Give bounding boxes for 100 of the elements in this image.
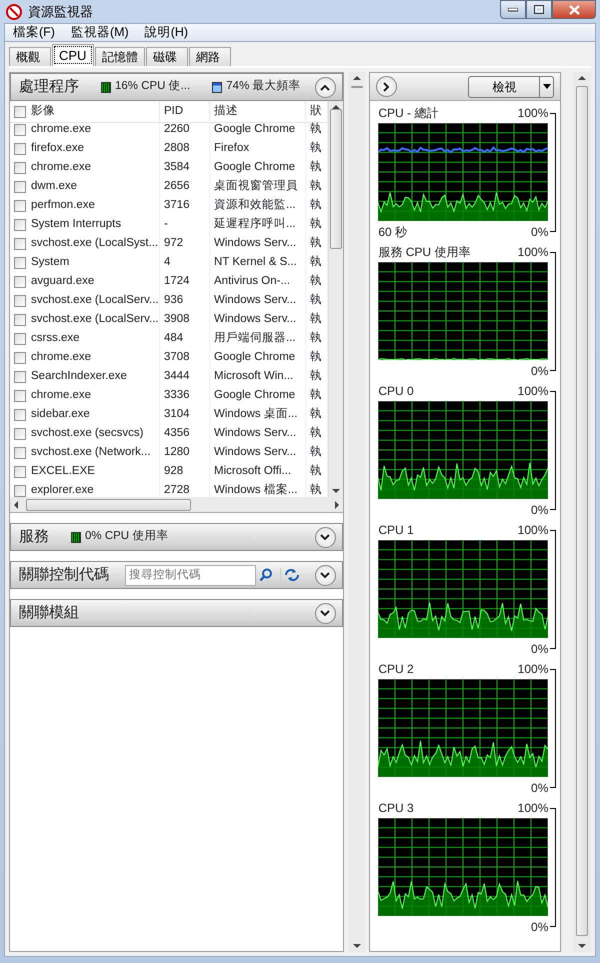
checkbox[interactable] — [14, 390, 26, 402]
chevron-down-icon — [320, 610, 330, 616]
checkbox[interactable] — [14, 238, 26, 250]
indicator-text: 16% CPU 使... — [115, 78, 190, 94]
checkbox[interactable] — [14, 276, 26, 288]
checkbox[interactable] — [14, 466, 26, 478]
column-header[interactable]: 描述 — [210, 101, 306, 123]
scale-min: 0% — [531, 781, 548, 795]
tab[interactable]: CPU — [52, 44, 94, 66]
table-cell-text: Firefox — [214, 140, 250, 156]
graph-title: CPU - 總計 — [378, 106, 438, 120]
table-cell-text: NT Kernel & S... — [214, 254, 297, 270]
tab[interactable]: 概觀 — [9, 47, 51, 66]
checkbox[interactable] — [14, 218, 26, 230]
chevron-right-icon — [383, 82, 390, 92]
close-button[interactable] — [552, 0, 596, 19]
checkbox[interactable] — [14, 370, 26, 382]
table-cell-text: 4 — [164, 254, 170, 270]
section-header[interactable]: 服務 0% CPU 使用率 — [10, 523, 343, 551]
section-header[interactable]: 處理程序 16% CPU 使... 74% 最大頻率 — [10, 73, 343, 101]
table-cell-text: chrome.exe — [31, 388, 92, 403]
frequency-legend-icon — [212, 82, 222, 92]
table-cell-text: System Interrupts — [31, 216, 122, 232]
checkbox[interactable] — [14, 446, 26, 458]
checkbox[interactable] — [14, 484, 26, 496]
section-title: 服務 — [19, 526, 49, 547]
column-header[interactable]: 影像 — [10, 101, 160, 123]
section-title: 關聯模組 — [19, 602, 79, 623]
vertical-scrollbar[interactable] — [328, 101, 343, 497]
checkbox[interactable] — [14, 142, 26, 154]
close-icon — [568, 4, 580, 14]
column-header[interactable]: PID — [160, 101, 210, 123]
menu-item[interactable]: 檔案(F) — [5, 24, 63, 41]
table-cell-text: 3104 — [164, 406, 190, 422]
checkbox[interactable] — [14, 352, 26, 364]
scale-max: 100% — [518, 801, 548, 815]
scale-max: 100% — [518, 106, 548, 120]
table-cell-text: Windows Serv... — [214, 312, 296, 327]
checkbox[interactable] — [14, 124, 26, 136]
section-header[interactable]: 關聯模組 — [10, 599, 343, 627]
section-title: 關聯控制代碼 — [19, 564, 109, 585]
tab[interactable]: 磁碟 — [146, 47, 188, 66]
table-cell-text: 用戶端伺服器... — [214, 330, 296, 346]
indicator-text: 0% CPU 使用率 — [85, 528, 168, 544]
table-cell-text: 484 — [164, 330, 184, 346]
table-cell-text: 3716 — [164, 198, 190, 213]
collapse-button[interactable] — [314, 564, 336, 586]
column-label: PID — [164, 104, 184, 119]
vertical-scrollbar[interactable] — [348, 72, 366, 952]
checkbox[interactable] — [14, 180, 26, 192]
checkbox[interactable] — [14, 162, 26, 174]
section-header[interactable]: 關聯控制代碼 搜尋控制代碼 — [10, 561, 343, 589]
caret-icon — [542, 84, 551, 89]
checkbox[interactable] — [14, 294, 26, 306]
table-cell-text: Google Chrome — [214, 350, 296, 365]
maximize-button[interactable] — [526, 0, 552, 19]
graph-title: 服務 CPU 使用率 — [378, 245, 470, 259]
table-cell-text: Windows Serv... — [214, 444, 296, 460]
table-cell-text: perfmon.exe — [31, 198, 95, 213]
checkbox[interactable] — [14, 428, 26, 440]
table-cell-text: 執 — [310, 388, 322, 403]
tab[interactable]: 記憶體 — [95, 47, 145, 66]
table-cell-text: 2808 — [164, 140, 190, 156]
checkbox[interactable] — [14, 200, 26, 212]
table-cell-text: svchost.exe (LocalSyst... — [31, 236, 158, 251]
collapse-button[interactable] — [314, 76, 336, 98]
view-button[interactable]: 檢視 — [468, 76, 554, 98]
cpu-legend-icon — [71, 532, 81, 542]
expand-button[interactable] — [376, 76, 398, 97]
table-cell-text: 執 — [310, 330, 322, 346]
time-span-label: 60 秒 — [378, 225, 408, 239]
vertical-scrollbar[interactable] — [573, 72, 591, 952]
table-cell-text: explorer.exe — [31, 482, 94, 497]
graph-title: CPU 0 — [378, 384, 414, 398]
menu-item[interactable]: 說明(H) — [136, 24, 196, 41]
table-cell-text: 執 — [310, 274, 322, 289]
checkbox[interactable] — [14, 256, 26, 268]
horizontal-scrollbar[interactable] — [10, 497, 343, 512]
checkbox[interactable] — [14, 106, 26, 118]
scale-min: 0% — [531, 503, 548, 517]
table-cell-text: - — [164, 216, 168, 232]
table-cell-text: SearchIndexer.exe — [31, 368, 127, 384]
checkbox[interactable] — [14, 408, 26, 420]
table-cell-text: 2260 — [164, 122, 190, 137]
table-cell-text: 執 — [310, 160, 322, 175]
collapse-button[interactable] — [314, 602, 336, 624]
collapse-button[interactable] — [314, 526, 336, 548]
tab[interactable]: 網路 — [189, 47, 231, 66]
table-cell-text: sidebar.exe — [31, 406, 90, 422]
cpu-legend-icon — [101, 82, 111, 92]
scale-min: 0% — [531, 225, 548, 239]
minimize-button[interactable] — [500, 0, 526, 19]
table-cell-text: 執 — [310, 482, 322, 497]
checkbox[interactable] — [14, 332, 26, 344]
table-cell-text: svchost.exe (secsvcs) — [31, 426, 144, 441]
search-field[interactable]: 搜尋控制代碼 — [125, 564, 256, 586]
checkbox[interactable] — [14, 314, 26, 326]
table-cell-text: 2728 — [164, 482, 190, 497]
table-cell-text: Google Chrome — [214, 122, 296, 137]
menu-item[interactable]: 監視器(M) — [62, 24, 137, 41]
